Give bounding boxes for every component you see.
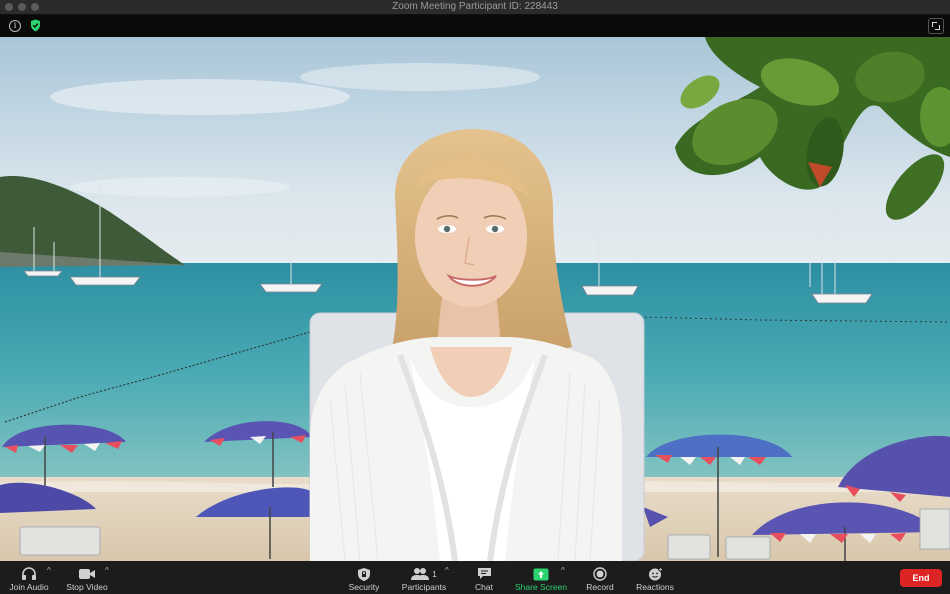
security-shield-icon (357, 566, 371, 582)
meeting-toolbar: Join Audio ^ Stop Video ^ Security 1 Par… (0, 561, 950, 594)
reactions-label: Reactions (636, 582, 674, 592)
record-label: Record (586, 582, 614, 592)
share-screen-label: Share Screen (515, 582, 567, 592)
shield-check-icon[interactable] (30, 19, 41, 32)
fullscreen-icon[interactable] (928, 18, 944, 34)
participants-icon: 1 (411, 566, 437, 582)
meeting-info-bar: i (0, 15, 950, 37)
chat-icon (477, 566, 492, 582)
info-icon[interactable]: i (9, 20, 21, 32)
participant-count: 1 (432, 569, 437, 579)
audio-options-caret-icon[interactable]: ^ (47, 566, 51, 575)
window-titlebar: Zoom Meeting Participant ID: 228443 (0, 0, 950, 15)
reactions-button[interactable]: Reactions (634, 561, 676, 594)
record-button[interactable]: Record (582, 561, 618, 594)
share-screen-button[interactable]: Share Screen (514, 561, 568, 594)
security-button[interactable]: Security (343, 561, 385, 594)
stop-video-label: Stop Video (66, 582, 108, 592)
security-label: Security (348, 582, 380, 592)
participants-button[interactable]: 1 Participants (400, 561, 448, 594)
stop-video-button[interactable]: Stop Video (64, 561, 110, 594)
beach-virtual-background (0, 37, 950, 561)
reactions-icon (648, 566, 663, 582)
chat-label: Chat (475, 582, 493, 592)
join-audio-button[interactable]: Join Audio (6, 561, 52, 594)
record-icon (593, 566, 607, 582)
video-options-caret-icon[interactable]: ^ (105, 566, 109, 575)
participant-video (0, 37, 950, 561)
end-meeting-button[interactable]: End (900, 569, 942, 587)
share-screen-icon (533, 566, 549, 582)
participants-label: Participants (401, 582, 447, 592)
video-camera-icon (78, 566, 96, 582)
participants-options-caret-icon[interactable]: ^ (445, 566, 449, 575)
share-options-caret-icon[interactable]: ^ (561, 566, 565, 575)
headphones-icon (21, 566, 37, 582)
chat-button[interactable]: Chat (468, 561, 500, 594)
window-title: Zoom Meeting Participant ID: 228443 (392, 1, 558, 12)
join-audio-label: Join Audio (9, 582, 49, 592)
